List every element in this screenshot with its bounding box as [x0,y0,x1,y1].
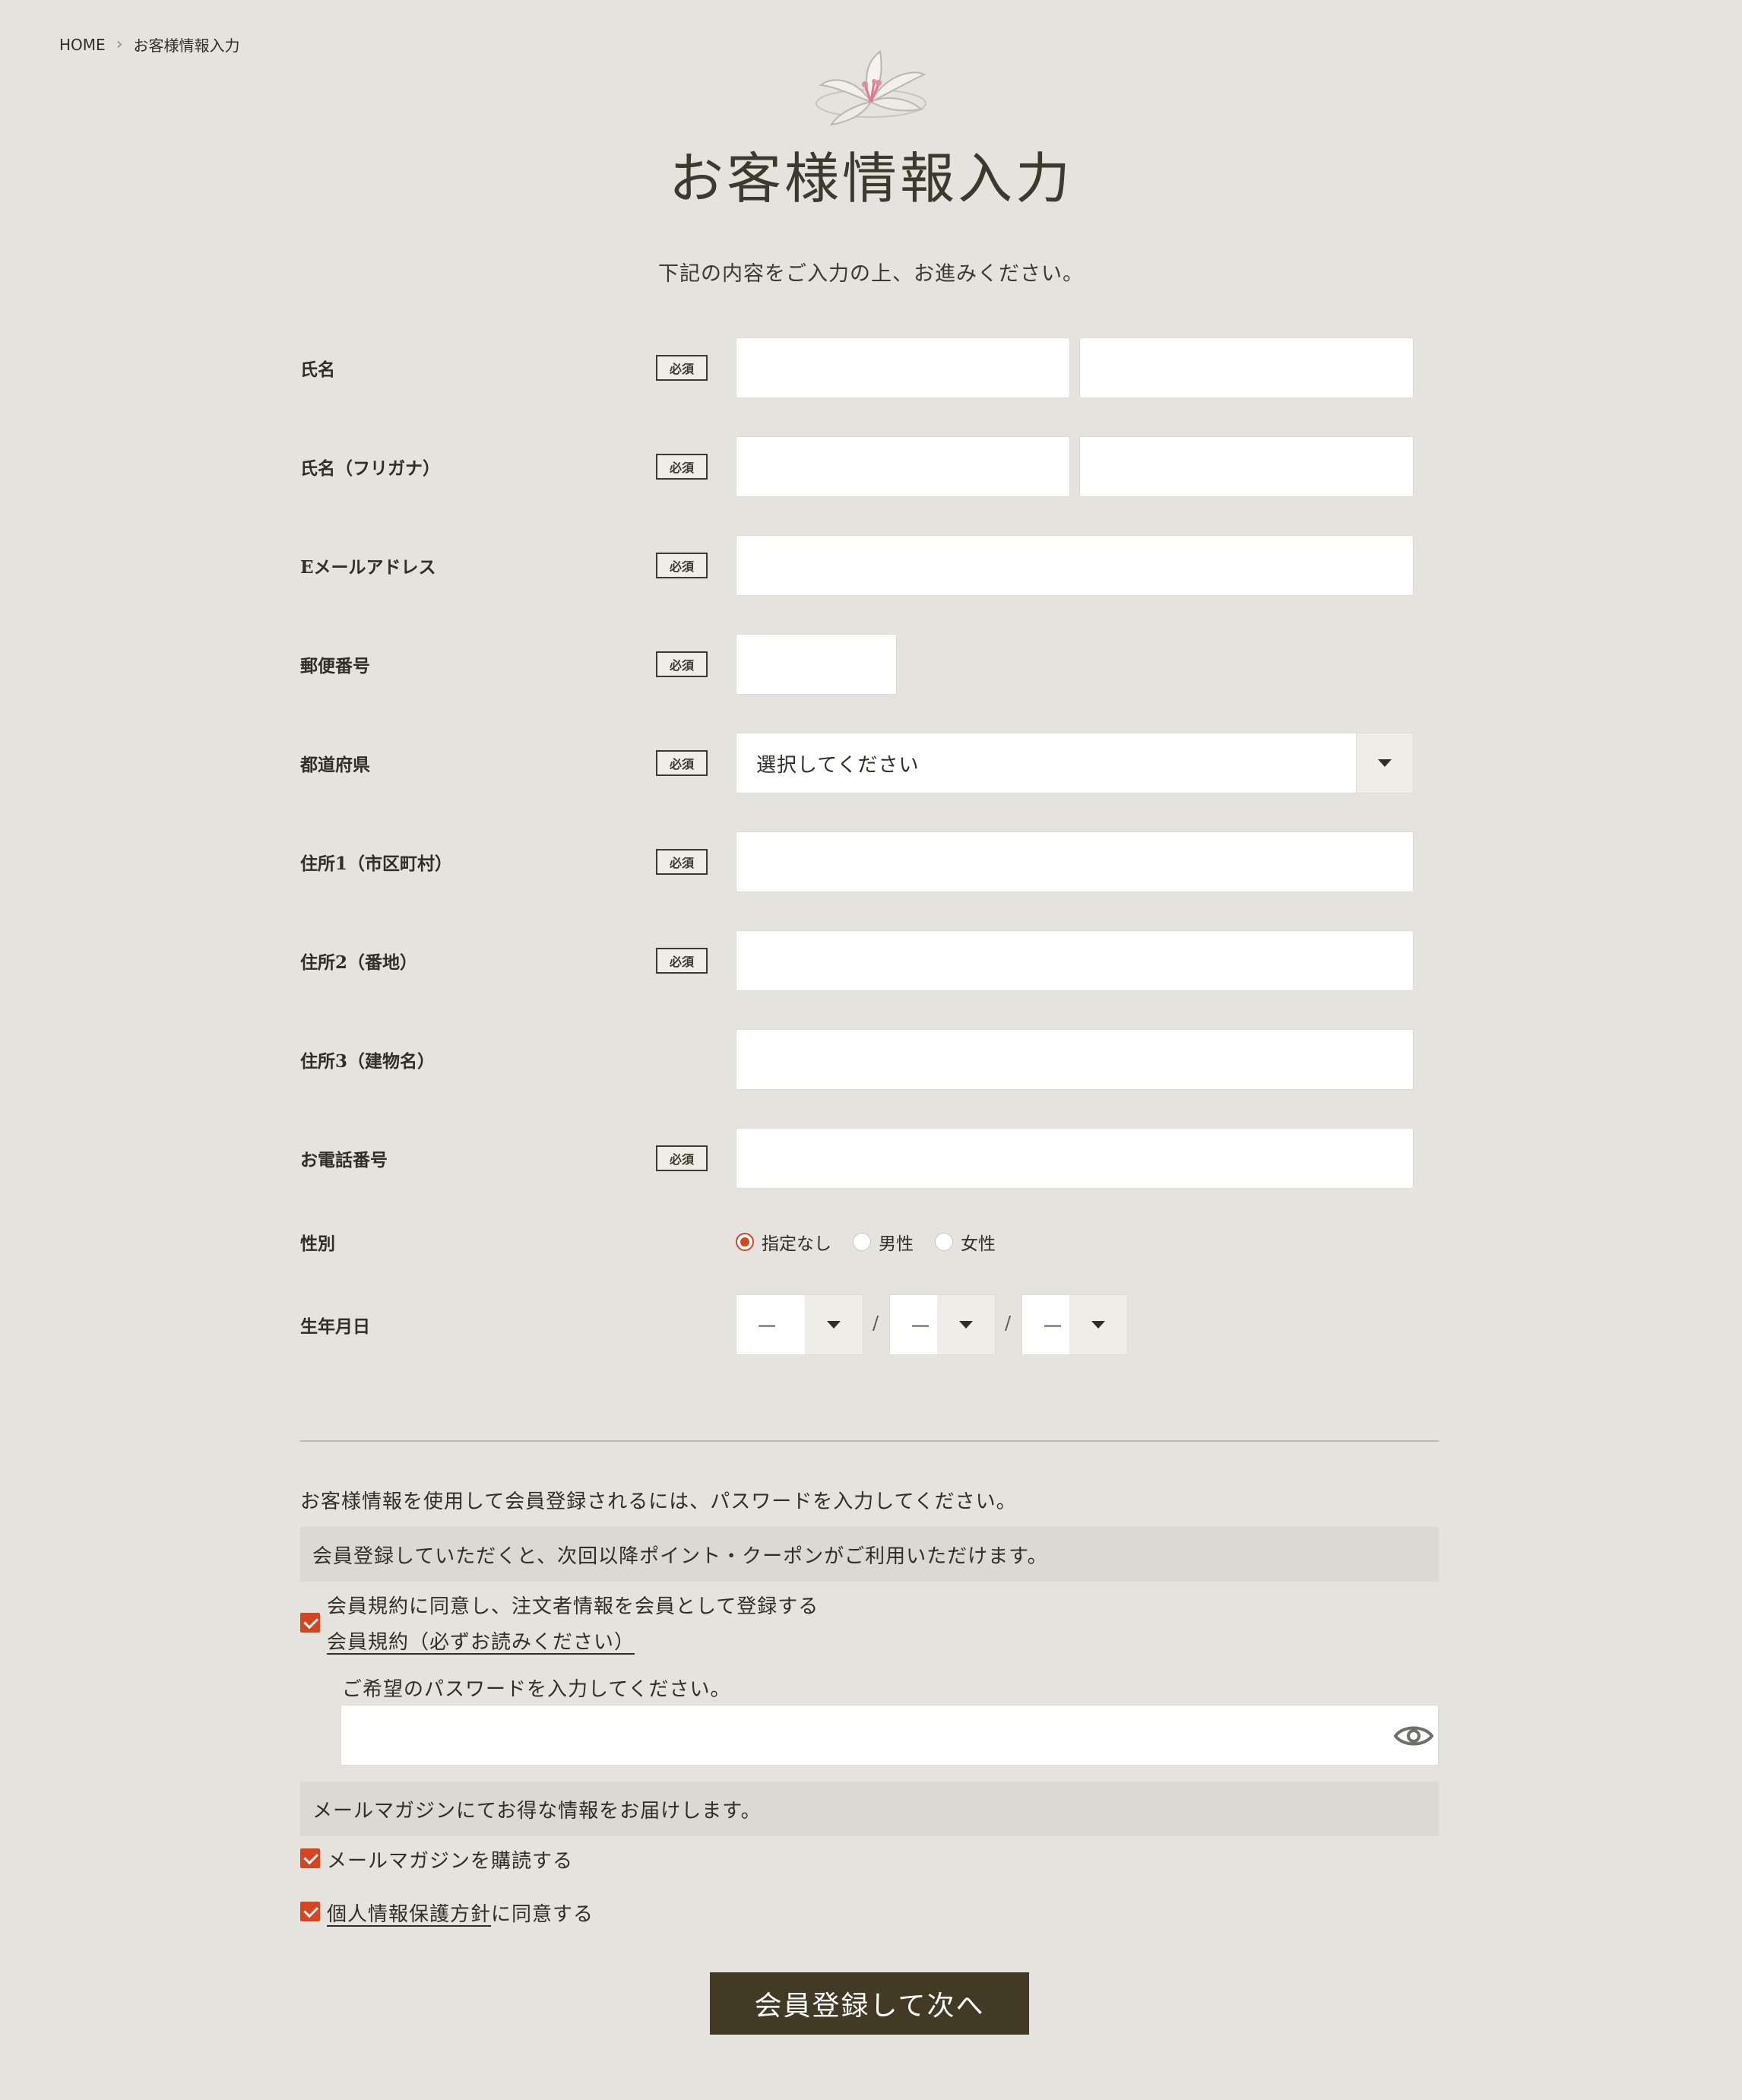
flower-logo-icon [816,50,926,126]
dropdown-toggle[interactable] [1069,1295,1127,1354]
radio-selected-icon[interactable] [736,1233,754,1251]
required-badge: 必須 [656,553,708,578]
form-row-birthday: 生年月日 — / — / — [300,1294,1414,1355]
date-separator: / [1005,1313,1012,1334]
caret-down-icon [1378,759,1392,767]
breadcrumb-home-link[interactable]: HOME [59,36,106,54]
birth-year-select[interactable]: — [736,1294,863,1355]
form-row-prefecture: 都道府県 必須 選択してください [300,733,1414,793]
email-label: Eメールアドレス [300,557,436,578]
password-field[interactable] [340,1705,1439,1766]
dropdown-toggle[interactable] [1356,733,1413,793]
form-row-address1: 住所1（市区町村） 必須 [300,831,1414,892]
section-divider [300,1440,1439,1442]
required-badge: 必須 [656,1145,708,1171]
address2-label: 住所2（番地） [300,952,418,973]
birth-year-value: — [758,1314,776,1335]
privacy-agree-text: 個人情報保護方針に同意する [327,1899,594,1927]
form-row-kana: 氏名（フリガナ） 必須 [300,436,1414,497]
birthday-label: 生年月日 [300,1316,370,1337]
kana-label: 氏名（フリガナ） [300,458,440,479]
member-agree-checkbox[interactable] [300,1613,320,1633]
required-badge: 必須 [656,355,708,381]
gender-option-label: 指定なし [762,1234,831,1254]
newsletter-band: メールマガジンにてお得な情報をお届けします。 [300,1782,1439,1836]
tel-label: お電話番号 [300,1150,388,1170]
first-name-kana-input[interactable] [1079,436,1414,497]
last-name-input[interactable] [736,337,1070,398]
member-note: お客様情報を使用して会員登録されるには、パスワードを入力してください。 [300,1490,1017,1513]
gender-option-label: 男性 [879,1234,914,1254]
required-badge: 必須 [656,948,708,974]
email-input[interactable] [736,535,1414,596]
password-prompt: ご希望のパスワードを入力してください。 [342,1678,731,1701]
address3-input[interactable] [736,1029,1414,1090]
required-badge: 必須 [656,849,708,875]
address3-label: 住所3（建物名） [300,1051,436,1072]
gender-option-label: 女性 [961,1234,996,1254]
form-row-address2: 住所2（番地） 必須 [300,930,1414,991]
gender-option-male[interactable]: 男性 [853,1229,914,1255]
required-badge: 必須 [656,454,708,480]
gender-option-unspecified[interactable]: 指定なし [736,1229,831,1255]
privacy-policy-link[interactable]: 個人情報保護方針 [327,1903,491,1926]
birth-day-value: — [1044,1314,1062,1335]
eye-icon[interactable] [1392,1721,1435,1751]
form-row-name: 氏名 必須 [300,337,1414,398]
member-benefit-band: 会員登録していただくと、次回以降ポイント・クーポンがご利用いただけます。 [300,1527,1439,1582]
gender-label: 性別 [300,1234,335,1254]
newsletter-label: メールマガジンを購読する [327,1850,574,1873]
page-lead: 下記の内容をご入力の上、お進みください。 [658,262,1084,286]
last-name-kana-input[interactable] [736,436,1070,497]
first-name-input[interactable] [1079,337,1414,398]
prefecture-select[interactable]: 選択してください [736,733,1414,793]
page-title: お客様情報入力 [668,147,1073,211]
register-next-button[interactable]: 会員登録して次へ [710,1972,1029,2035]
dropdown-toggle[interactable] [805,1295,863,1354]
zip-label: 郵便番号 [300,656,370,676]
birth-month-select[interactable]: — [889,1294,996,1355]
address1-label: 住所1（市区町村） [300,854,453,874]
chevron-right-icon: › [116,35,123,54]
date-separator: / [873,1313,879,1334]
caret-down-icon [1091,1321,1105,1329]
zip-input[interactable] [736,634,897,695]
tel-input[interactable] [736,1128,1414,1189]
privacy-checkbox[interactable] [300,1902,320,1921]
caret-down-icon [827,1321,841,1329]
breadcrumb-current: お客様情報入力 [133,36,240,55]
privacy-suffix: に同意する [491,1903,594,1926]
form-row-address3: 住所3（建物名） [300,1029,1414,1090]
radio-icon[interactable] [935,1233,953,1251]
address2-input[interactable] [736,930,1414,991]
prefecture-label: 都道府県 [300,755,370,775]
prefecture-selected-value: 選択してください [756,753,920,777]
form-row-tel: お電話番号 必須 [300,1128,1414,1189]
birth-day-select[interactable]: — [1021,1294,1128,1355]
newsletter-checkbox[interactable] [300,1848,320,1868]
address1-input[interactable] [736,831,1414,892]
required-badge: 必須 [656,651,708,677]
breadcrumb: HOME › お客様情報入力 [59,33,240,55]
gender-option-female[interactable]: 女性 [935,1229,996,1255]
form-row-gender: 性別 指定なし 男性 女性 [300,1212,1414,1272]
birth-month-value: — [911,1314,930,1335]
caret-down-icon [959,1321,973,1329]
member-agree-label: 会員規約に同意し、注文者情報を会員として登録する [327,1595,819,1618]
form-row-email: Eメールアドレス 必須 [300,535,1414,596]
required-badge: 必須 [656,750,708,776]
dropdown-toggle[interactable] [937,1295,995,1354]
form-row-zip: 郵便番号 必須 [300,634,1414,695]
radio-icon[interactable] [853,1233,871,1251]
terms-link[interactable]: 会員規約（必ずお読みください） [327,1626,635,1655]
name-label: 氏名 [300,360,335,380]
gender-radio-group: 指定なし 男性 女性 [736,1229,996,1255]
